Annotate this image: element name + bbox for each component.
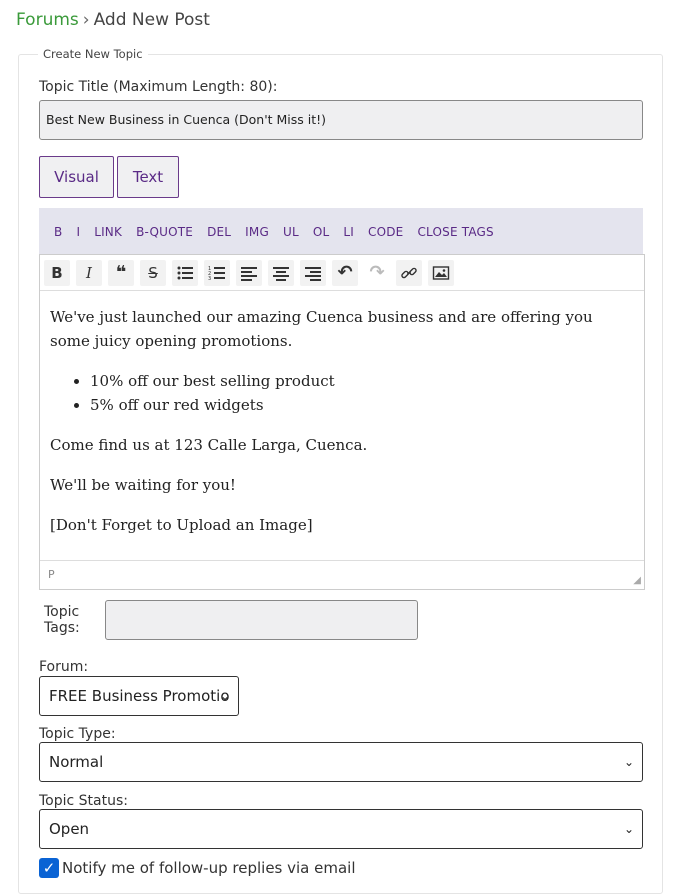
notify-checkbox[interactable]: ✓: [39, 858, 59, 878]
bullet-list-icon[interactable]: [172, 259, 198, 286]
topic-status-value: Open: [49, 820, 90, 838]
breadcrumb-current: Add New Post: [93, 10, 210, 30]
checkmark-icon: ✓: [42, 859, 56, 877]
quicktag-italic[interactable]: I: [76, 225, 80, 239]
visual-editor: B I ❝ S 123 ↶ ↷ We've just launched our …: [39, 254, 645, 590]
content-paragraph: We've just launched our amazing Cuenca b…: [50, 308, 593, 350]
align-right-icon[interactable]: [300, 259, 326, 286]
chevron-down-icon: ⌄: [623, 755, 634, 769]
quicktag-link[interactable]: LINK: [94, 225, 122, 239]
topic-status-select[interactable]: Open ⌄: [39, 809, 643, 849]
element-path[interactable]: P: [48, 568, 55, 581]
link-icon[interactable]: [396, 259, 422, 286]
list-item: 5% off our red widgets: [90, 393, 634, 417]
quicktags-toolbar: B I LINK B-QUOTE DEL IMG UL OL LI CODE C…: [39, 208, 643, 255]
content-paragraph: [Don't Forget to Upload an Image]: [50, 516, 313, 534]
strikethrough-icon[interactable]: S: [140, 259, 166, 286]
breadcrumb-separator: ›: [82, 10, 90, 30]
topic-status-label: Topic Status:: [39, 793, 128, 809]
topic-type-select[interactable]: Normal ⌄: [39, 742, 643, 782]
content-list: 10% off our best selling product 5% off …: [50, 369, 634, 417]
topic-tags-input[interactable]: [105, 600, 418, 640]
quicktag-del[interactable]: DEL: [207, 225, 231, 239]
topic-tags-label: Topic Tags:: [44, 604, 80, 636]
tab-visual[interactable]: Visual: [39, 156, 114, 198]
align-left-icon[interactable]: [236, 259, 262, 286]
quicktag-ul[interactable]: UL: [283, 225, 299, 239]
breadcrumb-forums-link[interactable]: Forums: [16, 10, 79, 30]
fieldset-legend: Create New Topic: [38, 47, 148, 61]
forum-select-value: FREE Business Promotio: [49, 687, 230, 705]
quicktag-code[interactable]: CODE: [368, 225, 403, 239]
resize-handle-icon[interactable]: ◢: [633, 575, 641, 586]
list-item: 10% off our best selling product: [90, 369, 634, 393]
topic-type-value: Normal: [49, 753, 104, 771]
numbered-list-icon[interactable]: 123: [204, 259, 230, 286]
redo-icon[interactable]: ↷: [364, 259, 390, 286]
notify-label[interactable]: Notify me of follow-up replies via email: [62, 859, 356, 877]
bold-icon[interactable]: B: [44, 259, 70, 286]
chevron-down-icon: ⌄: [623, 822, 634, 836]
topic-title-input[interactable]: Best New Business in Cuenca (Don't Miss …: [39, 100, 643, 140]
forum-label: Forum:: [39, 659, 89, 675]
topic-type-label: Topic Type:: [39, 726, 116, 742]
image-icon[interactable]: [428, 259, 454, 286]
quicktag-close-tags[interactable]: CLOSE TAGS: [417, 225, 493, 239]
editor-toolbar: B I ❝ S 123 ↶ ↷: [40, 255, 644, 291]
content-paragraph: We'll be waiting for you!: [50, 476, 236, 494]
quicktag-bold[interactable]: B: [54, 225, 62, 239]
italic-icon[interactable]: I: [76, 259, 102, 286]
topic-title-label: Topic Title (Maximum Length: 80):: [39, 79, 278, 95]
breadcrumb: Forums › Add New Post: [16, 10, 210, 30]
quicktag-ol[interactable]: OL: [313, 225, 330, 239]
quicktag-li[interactable]: LI: [343, 225, 354, 239]
tab-text[interactable]: Text: [117, 156, 179, 198]
align-center-icon[interactable]: [268, 259, 294, 286]
chevron-down-icon: ⌄: [219, 689, 230, 703]
forum-select[interactable]: FREE Business Promotio ⌄: [39, 676, 239, 716]
quicktag-blockquote[interactable]: B-QUOTE: [136, 225, 193, 239]
blockquote-icon[interactable]: ❝: [108, 259, 134, 286]
undo-icon[interactable]: ↶: [332, 259, 358, 286]
editor-content[interactable]: We've just launched our amazing Cuenca b…: [40, 291, 644, 537]
content-paragraph: Come find us at 123 Calle Larga, Cuenca.: [50, 436, 368, 454]
quicktag-img[interactable]: IMG: [245, 225, 269, 239]
svg-text:3: 3: [208, 276, 211, 282]
editor-statusbar: P ◢: [40, 560, 644, 589]
